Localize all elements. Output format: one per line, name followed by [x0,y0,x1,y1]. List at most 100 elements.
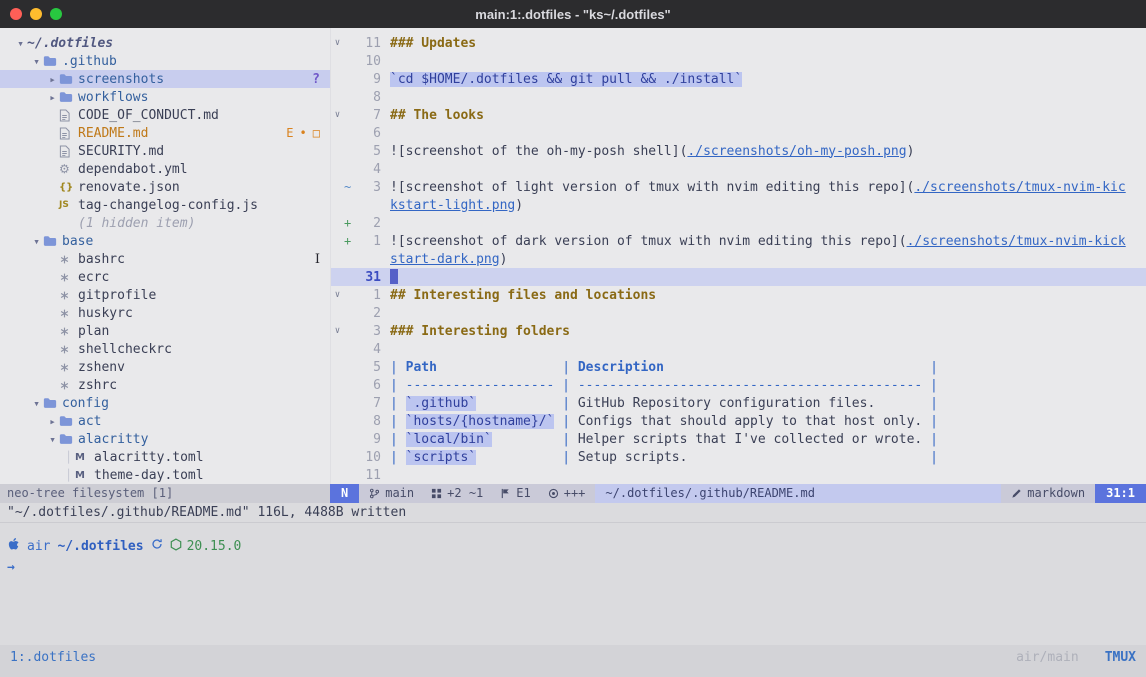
chevron-right-icon[interactable]: ▸ [46,415,59,428]
tree-item-screenshots[interactable]: ▸screenshots? [0,70,330,88]
window-title: main:1:.dotfiles - "ks~/.dotfiles" [475,7,670,22]
line-number: 2 [355,306,381,321]
chevron-down-icon[interactable]: ▾ [30,235,43,248]
tree-item-config[interactable]: ▾config [0,394,330,412]
tree-item-workflows[interactable]: ▸workflows [0,88,330,106]
tree-item-ecrc[interactable]: ecrc [0,268,330,286]
tree-item-code-of-conduct-md[interactable]: CODE_OF_CONDUCT.md [0,106,330,124]
tree-item-act[interactable]: ▸ act [0,412,330,430]
diagnostics-count: E1 [516,484,530,503]
chevron-right-icon[interactable]: ▸ [46,73,59,86]
editor-line-1[interactable]: +1![screenshot of dark version of tmux w… [331,232,1146,250]
file-icon [59,109,78,122]
editor-line-3[interactable]: ∨3### Interesting folders [331,322,1146,340]
fold-open-icon[interactable]: ∨ [331,290,344,300]
editor-line-2[interactable]: 2 [331,304,1146,322]
tree-item-tag-changelog-config-js[interactable]: JStag-changelog-config.js [0,196,330,214]
editor-line-6[interactable]: 6 [331,124,1146,142]
editor-line-wrap[interactable]: start-dark.png) [331,250,1146,268]
editor-line-5[interactable]: 5| Path | Description | [331,358,1146,376]
tree-item-huskyrc[interactable]: huskyrc [0,304,330,322]
minimize-button[interactable] [30,8,42,20]
fold-open-icon[interactable]: ∨ [331,110,344,120]
editor-line-wrap[interactable]: kstart-light.png) [331,196,1146,214]
tree-item-bashrc[interactable]: bashrcI [0,250,330,268]
chevron-down-icon[interactable]: ▾ [30,397,43,410]
chevron-down-icon[interactable]: ▾ [30,55,43,68]
tree-item-zshenv[interactable]: zshenv [0,358,330,376]
editor-line-2[interactable]: +2 [331,214,1146,232]
editor-line-1[interactable]: ∨1## Interesting files and locations [331,286,1146,304]
fold-open-icon[interactable]: ∨ [331,38,344,48]
tree-item-gitprofile[interactable]: gitprofile [0,286,330,304]
editor-line-10[interactable]: 10 | `scripts` | Setup scripts. | [331,448,1146,466]
git-branch: main [385,484,414,503]
editor-line-9[interactable]: 9| `local/bin` | Helper scripts that I'v… [331,430,1146,448]
editor-line-7[interactable]: 7| `.github` | GitHub Repository configu… [331,394,1146,412]
tree-item-shellcheckrc[interactable]: shellcheckrc [0,340,330,358]
shell-pane[interactable]: air ~/.dotfiles 20.15.0 → [0,522,1146,645]
editor-panel[interactable]: ∨11### Updates109`cd $HOME/.dotfiles && … [330,28,1146,484]
prompt-host: air [27,539,50,554]
tree-item-zshrc[interactable]: zshrc [0,376,330,394]
editor-line-3[interactable]: ~3![screenshot of light version of tmux … [331,178,1146,196]
diagnostics-flag-icon [500,488,511,499]
tree-item-security-md[interactable]: SECURITY.md [0,142,330,160]
line-text: | ------------------- | ----------------… [390,378,1146,393]
editor-line-6[interactable]: 6| ------------------- | ---------------… [331,376,1146,394]
line-text: | `.github` | GitHub Repository configur… [390,396,1146,411]
tree-item-label: act [78,414,101,429]
tree-item-label: alacritty.toml [94,450,204,465]
line-text: | Path | Description | [390,360,1146,375]
nvim-cmdline-message: "~/.dotfiles/.github/README.md" 116L, 44… [0,503,1146,522]
editor-line-9[interactable]: 9`cd $HOME/.dotfiles && git pull && ./in… [331,70,1146,88]
editor-line-31[interactable]: 31 [331,268,1146,286]
toml-icon: M [75,470,94,481]
braces-icon: {} [59,182,78,193]
tree-item-label: gitprofile [78,288,156,303]
editor-line-11[interactable]: ∨11### Updates [331,34,1146,52]
line-text: | `hosts/{hostname}/` | Configs that sho… [390,414,1146,429]
tree-item-1-hidden-item[interactable]: (1 hidden item) [0,214,330,232]
editor-line-4[interactable]: 4 [331,340,1146,358]
editor-line-8[interactable]: 8| `hosts/{hostname}/` | Configs that sh… [331,412,1146,430]
indent-guide: │ [62,451,75,464]
fold-open-icon[interactable]: ∨ [331,326,344,336]
editor-line-5[interactable]: 5![screenshot of the oh-my-posh shell](.… [331,142,1146,160]
tree-item-dependabot-yml[interactable]: ⚙dependabot.yml [0,160,330,178]
editor-line-11[interactable]: 11 [331,466,1146,484]
chevron-down-icon[interactable]: ▾ [46,433,59,446]
node-version-segment: 20.15.0 [170,538,242,555]
tree-item-dotfiles[interactable]: ▾~/.dotfiles [0,34,330,52]
tree-item-alacritty[interactable]: ▾alacritty [0,430,330,448]
tmux-window-name[interactable]: 1:.dotfiles [10,649,96,667]
tree-item-renovate-json[interactable]: {}renovate.json [0,178,330,196]
tree-item-base[interactable]: ▾base [0,232,330,250]
editor-line-10[interactable]: 10 [331,52,1146,70]
editor-line-8[interactable]: 8 [331,88,1146,106]
chevron-right-icon[interactable]: ▸ [46,91,59,104]
gitsign-added: + [344,216,355,230]
tree-item-alacritty-toml[interactable]: │Malacritty.toml [0,448,330,466]
tree-item-readme-md[interactable]: README.mdE•□ [0,124,330,142]
tree-item-theme-day-toml[interactable]: │Mtheme-day.toml [0,466,330,484]
line-number: 10 [355,450,381,465]
close-button[interactable] [10,8,22,20]
tree-item-label: bashrc [78,252,125,267]
line-text: | `scripts` | Setup scripts. | [390,450,1146,465]
chevron-down-icon[interactable]: ▾ [14,37,27,50]
tree-item-plan[interactable]: plan [0,322,330,340]
prompt-arrow-icon: → [7,560,15,575]
tree-item-label: huskyrc [78,306,133,321]
neotree-list: ▾~/.dotfiles▾.github▸screenshots?▸workfl… [0,34,330,484]
tree-item-github[interactable]: ▾.github [0,52,330,70]
shell-input-line[interactable]: → [7,558,1146,576]
filetype-label: markdown [1027,484,1085,503]
cursor [390,269,398,284]
titlebar: main:1:.dotfiles - "ks~/.dotfiles" [0,0,1146,28]
line-text: kstart-light.png) [390,198,1146,213]
editor-line-4[interactable]: 4 [331,160,1146,178]
zoom-button[interactable] [50,8,62,20]
gear-icon: ⚙ [59,162,78,176]
editor-line-7[interactable]: ∨7## The looks [331,106,1146,124]
